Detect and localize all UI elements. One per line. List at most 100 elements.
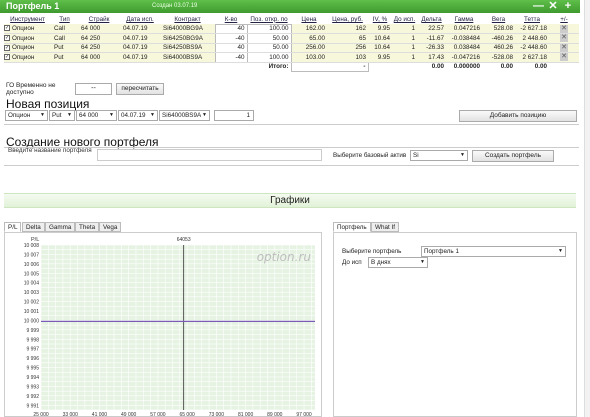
cell-type: Call (51, 33, 78, 44)
column-header[interactable]: IV, % (368, 15, 392, 24)
x-tick-label: 25 000 (33, 412, 49, 417)
tab-vega[interactable]: Vega (99, 222, 122, 232)
portfolio-table: Инструмент Тип Страйк Дата исп. Контракт… (4, 15, 579, 72)
portfolio-name-input[interactable] (97, 149, 322, 161)
tab-pl[interactable]: P/L (4, 222, 22, 232)
row-actions: ✕ (549, 43, 579, 53)
row-checkbox[interactable]: ✓ (4, 44, 10, 51)
base-asset-label: Выберите базовый актив (333, 152, 407, 159)
y-axis-label: P/L (31, 237, 39, 243)
chart-settings-panel: Выберите портфель Портфель 1 ▼ До исп В д… (333, 232, 577, 417)
cell-open-price[interactable]: 100.00 (246, 52, 292, 63)
cell-date: 04.07.19 (120, 52, 160, 63)
cell-instrument: ✓ Опцион (4, 43, 51, 53)
scrollbar[interactable] (584, 0, 590, 417)
chevron-down-icon: ▼ (109, 112, 114, 118)
column-header[interactable]: Дата исп. (120, 15, 160, 24)
add-icon[interactable]: + (563, 0, 573, 12)
delete-row-icon[interactable]: ✕ (560, 34, 568, 43)
column-header[interactable]: Дельта (417, 15, 446, 24)
date-select[interactable]: 04.07.19 ▼ (118, 110, 158, 121)
days-select[interactable]: В днях ▼ (368, 257, 428, 268)
x-tick-label: 73 000 (209, 412, 225, 417)
delete-row-icon[interactable]: ✕ (560, 24, 568, 33)
column-header[interactable]: Цена (291, 15, 327, 24)
cell-qty[interactable]: -40 (214, 52, 248, 63)
cell-days: 1 (392, 24, 417, 34)
pl-chart[interactable]: 10 008 10 007 10 006 10 005 10 004 10 003 10 0… (4, 232, 322, 417)
tab-theta[interactable]: Theta (75, 222, 100, 232)
cell-strike: 64 000 (78, 24, 120, 34)
cell-theta: 2 627.18 (515, 52, 549, 63)
cell-price-rub: 162 (327, 24, 368, 34)
column-header[interactable]: Тетта (515, 15, 549, 24)
tab-delta[interactable]: Delta (22, 222, 45, 232)
close-icon[interactable]: ✕ (548, 0, 558, 12)
cell-contract: Si64250BS9A (160, 43, 215, 53)
column-header[interactable]: Инструмент (4, 15, 51, 24)
cell-qty[interactable]: 40 (214, 42, 248, 53)
column-header[interactable]: Вега (482, 15, 515, 24)
contract-select[interactable]: Si64000BS9A ▼ (159, 110, 210, 121)
x-tick-label: 49 000 (121, 412, 137, 417)
cell-gamma: 0.038484 (446, 43, 482, 53)
new-position-row: Опцион ▼ Put ▼ 64 000 ▼ 04.07.19 ▼ Si64000BS… (4, 110, 579, 122)
cell-theta: 2 448.60 (515, 33, 549, 44)
type-select[interactable]: Put ▼ (49, 110, 75, 121)
margin-label: ГО Временно не доступно (6, 82, 56, 96)
contract-select-value: Si64000BS9A (162, 112, 202, 119)
row-checkbox[interactable]: ✓ (4, 25, 10, 32)
delete-row-icon[interactable]: ✕ (560, 53, 568, 62)
table-row[interactable]: ✓ Опцион Put 64 250 04.07.19 Si64250BS9A 40 50.… (4, 42, 579, 53)
cell-open-price[interactable]: 50.00 (246, 42, 292, 53)
chevron-down-icon: ▼ (202, 112, 207, 118)
row-checkbox[interactable]: ✓ (4, 35, 10, 42)
chevron-down-icon: ▼ (420, 259, 425, 265)
cell-qty[interactable]: 40 (214, 23, 248, 34)
tab-what-if[interactable]: What If (371, 222, 399, 232)
x-tick-label: 81 000 (238, 412, 254, 417)
table-row[interactable]: ✓ Опцион Call 64 000 04.07.19 Si64000BG9A 40 10… (4, 23, 579, 34)
column-header[interactable]: Тип (51, 15, 78, 24)
cell-days: 1 (392, 43, 417, 53)
y-tick-label: 9 992 (26, 394, 39, 400)
instrument-select-value: Опцион (8, 112, 31, 119)
cell-iv: 10.64 (368, 33, 392, 44)
column-header[interactable]: Поз. откр. по (247, 15, 291, 24)
strike-select[interactable]: 64 000 ▼ (76, 110, 117, 121)
column-header[interactable]: До исп. (392, 15, 417, 24)
table-row[interactable]: ✓ Опцион Put 64 000 04.07.19 Si64000BS9A -40 10… (4, 52, 579, 63)
minimize-icon[interactable]: — (533, 0, 544, 12)
cell-days: 1 (392, 52, 417, 63)
column-header[interactable]: К-во (215, 15, 247, 24)
y-tick-label: 10 005 (24, 271, 40, 277)
column-header[interactable]: Гамма (446, 15, 482, 24)
instrument-select[interactable]: Опцион ▼ (5, 110, 48, 121)
tab-portfolio[interactable]: Портфель (333, 222, 371, 232)
cell-strike: 64 250 (78, 43, 120, 53)
delete-row-icon[interactable]: ✕ (560, 43, 568, 52)
cell-strike: 64 000 (78, 52, 120, 63)
chevron-down-icon: ▼ (558, 248, 563, 254)
column-header[interactable]: Страйк (78, 15, 120, 24)
column-header[interactable]: Контракт (160, 15, 215, 24)
cell-gamma: -0.047216 (446, 52, 482, 63)
cell-contract: Si64000BG9A (160, 24, 215, 34)
create-portfolio-button[interactable]: Создать портфель (472, 150, 554, 162)
instrument-label: Опцион (12, 44, 35, 52)
recalculate-button[interactable]: пересчитать (116, 83, 164, 95)
tab-gamma[interactable]: Gamma (45, 222, 76, 232)
column-header[interactable]: Цена, руб. (327, 15, 368, 24)
row-checkbox[interactable]: ✓ (4, 54, 10, 61)
quantity-input[interactable]: 1 (214, 110, 254, 121)
portfolio-select[interactable]: Портфель 1 ▼ (421, 246, 566, 257)
add-position-button[interactable]: Добавить позицию (459, 110, 577, 122)
y-tick-label: 10 003 (24, 290, 40, 296)
cell-price-rub: 256 (327, 43, 368, 53)
cell-open-price[interactable]: 50.00 (246, 33, 292, 44)
table-row[interactable]: ✓ Опцион Call 64 250 04.07.19 Si64250BG9A -40 5… (4, 33, 579, 44)
cell-open-price[interactable]: 100.00 (246, 23, 292, 34)
cell-qty[interactable]: -40 (214, 33, 248, 44)
charts-section-header: Графики (4, 193, 576, 208)
base-asset-select[interactable]: Si ▼ (410, 150, 468, 161)
